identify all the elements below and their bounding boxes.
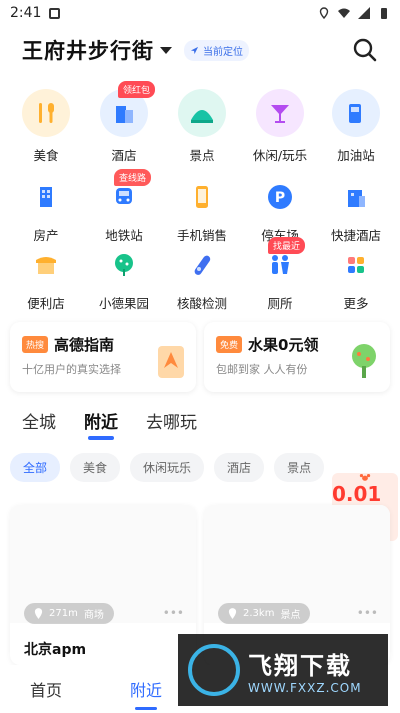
category-label: 景点	[189, 148, 215, 163]
poi-card[interactable]: 271m 商场 ••• 北京apm	[10, 505, 196, 665]
category-leisure[interactable]: 休闲/玩乐	[240, 89, 320, 164]
poi-name: 北京apm	[24, 642, 87, 658]
location-icon	[319, 7, 329, 19]
category-label: 美食	[33, 148, 59, 163]
category-label: 便利店	[27, 296, 65, 311]
tab-nearby[interactable]: 附近	[84, 408, 118, 433]
fruit-tree-icon	[352, 344, 376, 378]
nearby-tabs: 全城 附近 去哪玩	[22, 408, 197, 433]
signal-icon	[358, 7, 370, 19]
location-pin-icon	[228, 608, 237, 619]
current-location-label: 当前定位	[203, 46, 243, 58]
poi-distance: 2.3km	[243, 608, 275, 619]
category-label: 房产	[33, 228, 59, 243]
watermark-logo-icon	[188, 644, 240, 696]
chip-scenic[interactable]: 景点	[274, 453, 325, 482]
navigate-arrow-icon	[190, 46, 199, 54]
svg-text:P: P	[275, 190, 285, 206]
status-bar: 2:41	[0, 0, 400, 26]
category-gas-station[interactable]: 加油站	[316, 89, 396, 164]
category-label: 地铁站	[105, 228, 143, 243]
category-real-estate[interactable]: 房产	[6, 177, 86, 244]
guide-flag-icon	[158, 346, 184, 378]
chip-all[interactable]: 全部	[10, 453, 61, 482]
tab-citywide[interactable]: 全城	[22, 408, 56, 433]
apartment-icon	[26, 177, 66, 217]
nav-home[interactable]: 首页	[30, 677, 62, 701]
promo-badge: 热搜	[22, 336, 49, 353]
fuel-icon	[332, 89, 380, 137]
category-label: 小德果园	[98, 296, 149, 311]
category-hotel[interactable]: 领红包 酒店	[84, 81, 164, 164]
category-label: 核酸检测	[176, 296, 227, 311]
category-food[interactable]: 美食	[6, 89, 86, 164]
category-phone-sales[interactable]: 手机销售	[162, 177, 242, 244]
category-label: 更多	[343, 296, 369, 311]
category-label: 休闲/玩乐	[252, 148, 308, 163]
watermark-url: WWW.FXXZ.COM	[248, 680, 362, 695]
category-scenic[interactable]: 景点	[162, 89, 242, 164]
promo-badge: 免费	[216, 336, 243, 353]
more-options-icon[interactable]: •••	[163, 606, 184, 620]
category-toilet[interactable]: 找最近 厕所	[240, 237, 320, 312]
cocktail-icon	[256, 89, 304, 137]
category-more[interactable]: 更多	[316, 245, 396, 312]
category-label: 快捷酒店	[330, 228, 381, 243]
nav-nearby[interactable]: 附近	[130, 677, 162, 701]
current-location-button[interactable]: 当前定位	[184, 39, 249, 61]
tree-icon	[104, 245, 144, 285]
search-button[interactable]	[352, 37, 378, 63]
header: 王府井步行街 当前定位	[0, 28, 400, 72]
parking-icon: P	[260, 177, 300, 217]
city-title[interactable]: 王府井步行街	[22, 35, 154, 65]
poi-distance: 271m	[49, 608, 78, 619]
promo-card-guide[interactable]: 热搜 高德指南 十亿用户的真实选择	[10, 322, 196, 392]
poi-meta: 2.3km 景点	[218, 603, 311, 624]
promo-tag: 查线路	[114, 169, 152, 186]
watermark: 飞翔下载 WWW.FXXZ.COM	[178, 634, 388, 706]
promo-title: 高德指南	[54, 336, 115, 354]
chip-hotel[interactable]: 酒店	[214, 453, 265, 482]
category-label: 手机销售	[176, 228, 227, 243]
chevron-down-icon[interactable]	[160, 46, 172, 54]
watermark-title: 飞翔下载	[248, 651, 352, 680]
more-options-icon[interactable]: •••	[357, 606, 378, 620]
store-icon	[26, 245, 66, 285]
category-metro[interactable]: 查线路 地铁站	[84, 169, 164, 244]
lobster-icon	[359, 473, 371, 481]
tab-where-to-go[interactable]: 去哪玩	[146, 408, 197, 433]
poi-category: 商场	[83, 610, 104, 621]
wifi-icon	[338, 8, 350, 18]
category-quick-hotel[interactable]: 快捷酒店	[316, 177, 396, 244]
category-nucleic-test[interactable]: 核酸检测	[162, 245, 242, 312]
promo-title: 水果0元领	[248, 336, 319, 354]
search-icon	[353, 38, 377, 62]
phone-icon	[182, 177, 222, 217]
test-tube-icon	[182, 245, 222, 285]
category-label: 加油站	[337, 148, 375, 163]
poi-meta: 271m 商场	[24, 603, 114, 624]
category-label: 酒店	[111, 148, 137, 163]
battery-icon	[381, 8, 387, 19]
notification-icon	[49, 7, 61, 19]
location-pin-icon	[34, 608, 43, 619]
status-time: 2:41	[10, 5, 42, 21]
fork-knife-icon	[22, 89, 70, 137]
poi-category: 景点	[280, 610, 301, 621]
promo-tag: 领红包	[118, 81, 156, 98]
promo-card-fruit[interactable]: 免费 水果0元领 包邮到家 人人有份	[204, 322, 390, 392]
category-parking[interactable]: P 停车场	[240, 177, 320, 244]
category-orchard[interactable]: 小德果园	[84, 245, 164, 312]
quick-hotel-icon	[336, 177, 376, 217]
chip-leisure[interactable]: 休闲玩乐	[130, 453, 205, 482]
filter-chips: 全部 美食 休闲玩乐 酒店 景点	[10, 453, 325, 482]
promo-tag: 找最近	[268, 237, 306, 254]
landscape-icon	[178, 89, 226, 137]
chip-food[interactable]: 美食	[70, 453, 121, 482]
more-grid-icon	[336, 245, 376, 285]
category-convenience-store[interactable]: 便利店	[6, 245, 86, 312]
category-label: 厕所	[267, 296, 293, 311]
